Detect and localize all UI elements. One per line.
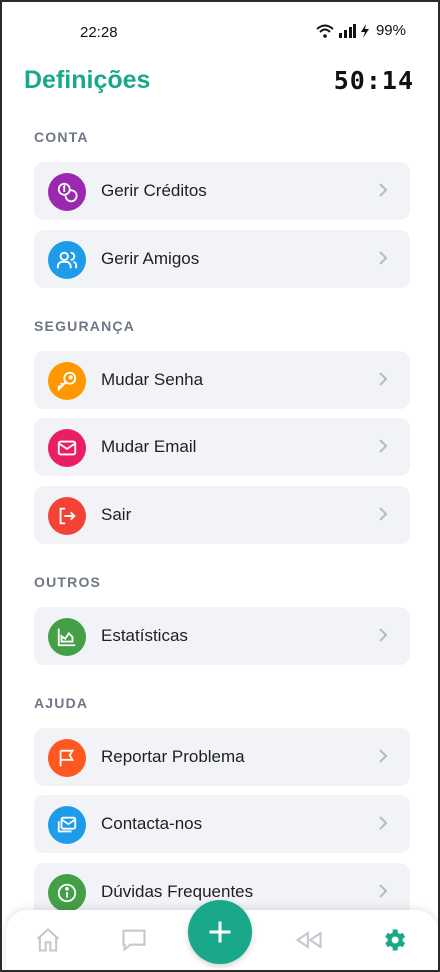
coins-icon: [48, 173, 86, 211]
battery-percent: 99%: [375, 22, 406, 39]
chart-icon: [48, 618, 86, 656]
settings-screen: 22:28 99% Definições 50:14 CONTA Gerir C…: [0, 0, 440, 972]
users-icon: [48, 241, 86, 279]
gear-icon[interactable]: [380, 926, 408, 954]
logout-icon: [48, 497, 86, 535]
section-label-seguranca: SEGURANÇA: [34, 318, 136, 334]
chevron-right-icon: [379, 628, 388, 642]
chevron-right-icon: [379, 884, 388, 898]
timer-display: 50:14: [333, 66, 414, 95]
menu-item-reportar-problema[interactable]: Reportar Problema: [34, 728, 410, 786]
status-icons: 99%: [316, 22, 406, 39]
chevron-right-icon: [379, 372, 388, 386]
menu-item-label: Estatísticas: [101, 626, 188, 645]
status-bar: 22:28 99%: [2, 2, 438, 58]
chevron-right-icon: [379, 816, 388, 830]
status-time: 22:28: [80, 24, 118, 41]
menu-item-contacta-nos[interactable]: Contacta-nos: [34, 795, 410, 853]
menu-item-label: Mudar Email: [101, 437, 197, 456]
menu-item-gerir-creditos[interactable]: Gerir Créditos: [34, 162, 410, 220]
info-icon: [48, 874, 86, 912]
add-button[interactable]: [188, 900, 252, 964]
section-label-outros: OUTROS: [34, 574, 102, 590]
menu-item-label: Gerir Créditos: [101, 181, 207, 200]
flag-icon: [48, 739, 86, 777]
mail-icon: [48, 429, 86, 467]
chevron-right-icon: [379, 439, 388, 453]
menu-item-mudar-email[interactable]: Mudar Email: [34, 418, 410, 476]
menu-item-estatisticas[interactable]: Estatísticas: [34, 607, 410, 665]
menu-item-label: Mudar Senha: [101, 370, 204, 389]
signal-icon: [338, 23, 356, 38]
section-label-conta: CONTA: [34, 129, 89, 145]
add-icon: [209, 921, 231, 943]
menu-item-gerir-amigos[interactable]: Gerir Amigos: [34, 230, 410, 288]
chevron-right-icon: [379, 183, 388, 197]
menu-item-label: Dúvidas Frequentes: [101, 882, 254, 901]
menu-item-mudar-senha[interactable]: Mudar Senha: [34, 351, 410, 409]
chevron-right-icon: [379, 507, 388, 521]
chevron-right-icon: [379, 251, 388, 265]
page-title: Definições: [24, 66, 151, 94]
chat-icon[interactable]: [120, 926, 148, 954]
wifi-icon: [316, 24, 334, 38]
menu-item-sair[interactable]: Sair: [34, 486, 410, 544]
rewind-icon[interactable]: [294, 926, 324, 954]
section-label-ajuda: AJUDA: [34, 695, 89, 711]
menu-item-label: Reportar Problema: [101, 747, 245, 766]
home-icon[interactable]: [34, 926, 62, 954]
chevron-right-icon: [379, 749, 388, 763]
menu-item-label: Gerir Amigos: [101, 249, 200, 268]
menu-item-label: Sair: [101, 505, 132, 524]
charging-icon: [360, 23, 369, 38]
key-icon: [48, 362, 86, 400]
mail-stack-icon: [48, 806, 86, 844]
menu-item-label: Contacta-nos: [101, 814, 203, 833]
